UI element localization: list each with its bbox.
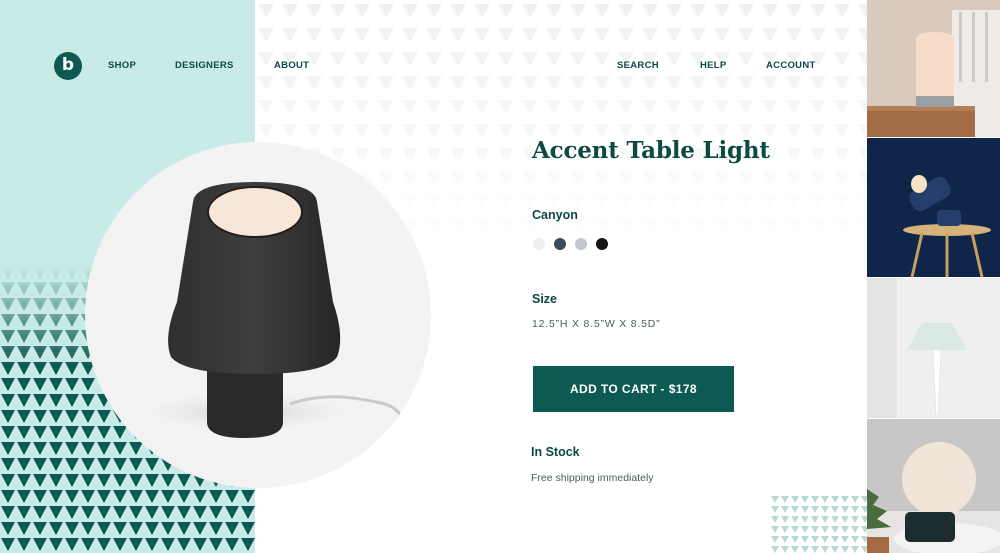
gallery-thumbnail-bedroom[interactable] bbox=[867, 0, 1000, 137]
nav-search[interactable]: SEARCH bbox=[617, 60, 659, 71]
lamp-illustration bbox=[125, 182, 405, 438]
lamp-bedroom-image bbox=[867, 0, 1000, 137]
product-title: Accent Table Light bbox=[532, 137, 770, 164]
nav-shop[interactable]: SHOP bbox=[108, 60, 136, 71]
stock-label: In Stock bbox=[531, 445, 580, 459]
shipping-text: Free shipping immediately bbox=[531, 472, 654, 484]
lamp-globe-image bbox=[867, 419, 1000, 553]
gallery-thumbnail-white[interactable] bbox=[867, 278, 1000, 418]
nav-about[interactable]: ABOUT bbox=[274, 60, 309, 71]
corner-triangle-pattern bbox=[770, 495, 867, 553]
nav-account[interactable]: ACCOUNT bbox=[766, 60, 816, 71]
gallery-thumbnail-navy[interactable] bbox=[867, 138, 1000, 277]
color-swatches bbox=[533, 238, 608, 250]
nav-help[interactable]: HELP bbox=[700, 60, 727, 71]
lamp-white-image bbox=[867, 278, 1000, 418]
swatch-white[interactable] bbox=[533, 238, 545, 250]
logo[interactable]: b bbox=[54, 52, 82, 80]
color-label: Canyon bbox=[532, 208, 578, 222]
swatch-gray[interactable] bbox=[575, 238, 587, 250]
product-image bbox=[85, 142, 431, 488]
nav-designers[interactable]: DESIGNERS bbox=[175, 60, 234, 71]
gallery-thumbnail-globe[interactable] bbox=[867, 419, 1000, 553]
dimensions-text: 12.5”H X 8.5”W X 8.5D” bbox=[532, 318, 661, 330]
add-to-cart-button[interactable]: ADD TO CART - $178 bbox=[533, 366, 734, 412]
lamp-navy-image bbox=[867, 138, 1000, 277]
product-gallery bbox=[867, 0, 1000, 553]
swatch-black[interactable] bbox=[596, 238, 608, 250]
swatch-navy[interactable] bbox=[554, 238, 566, 250]
logo-letter: b bbox=[61, 54, 75, 75]
size-label: Size bbox=[532, 292, 558, 306]
